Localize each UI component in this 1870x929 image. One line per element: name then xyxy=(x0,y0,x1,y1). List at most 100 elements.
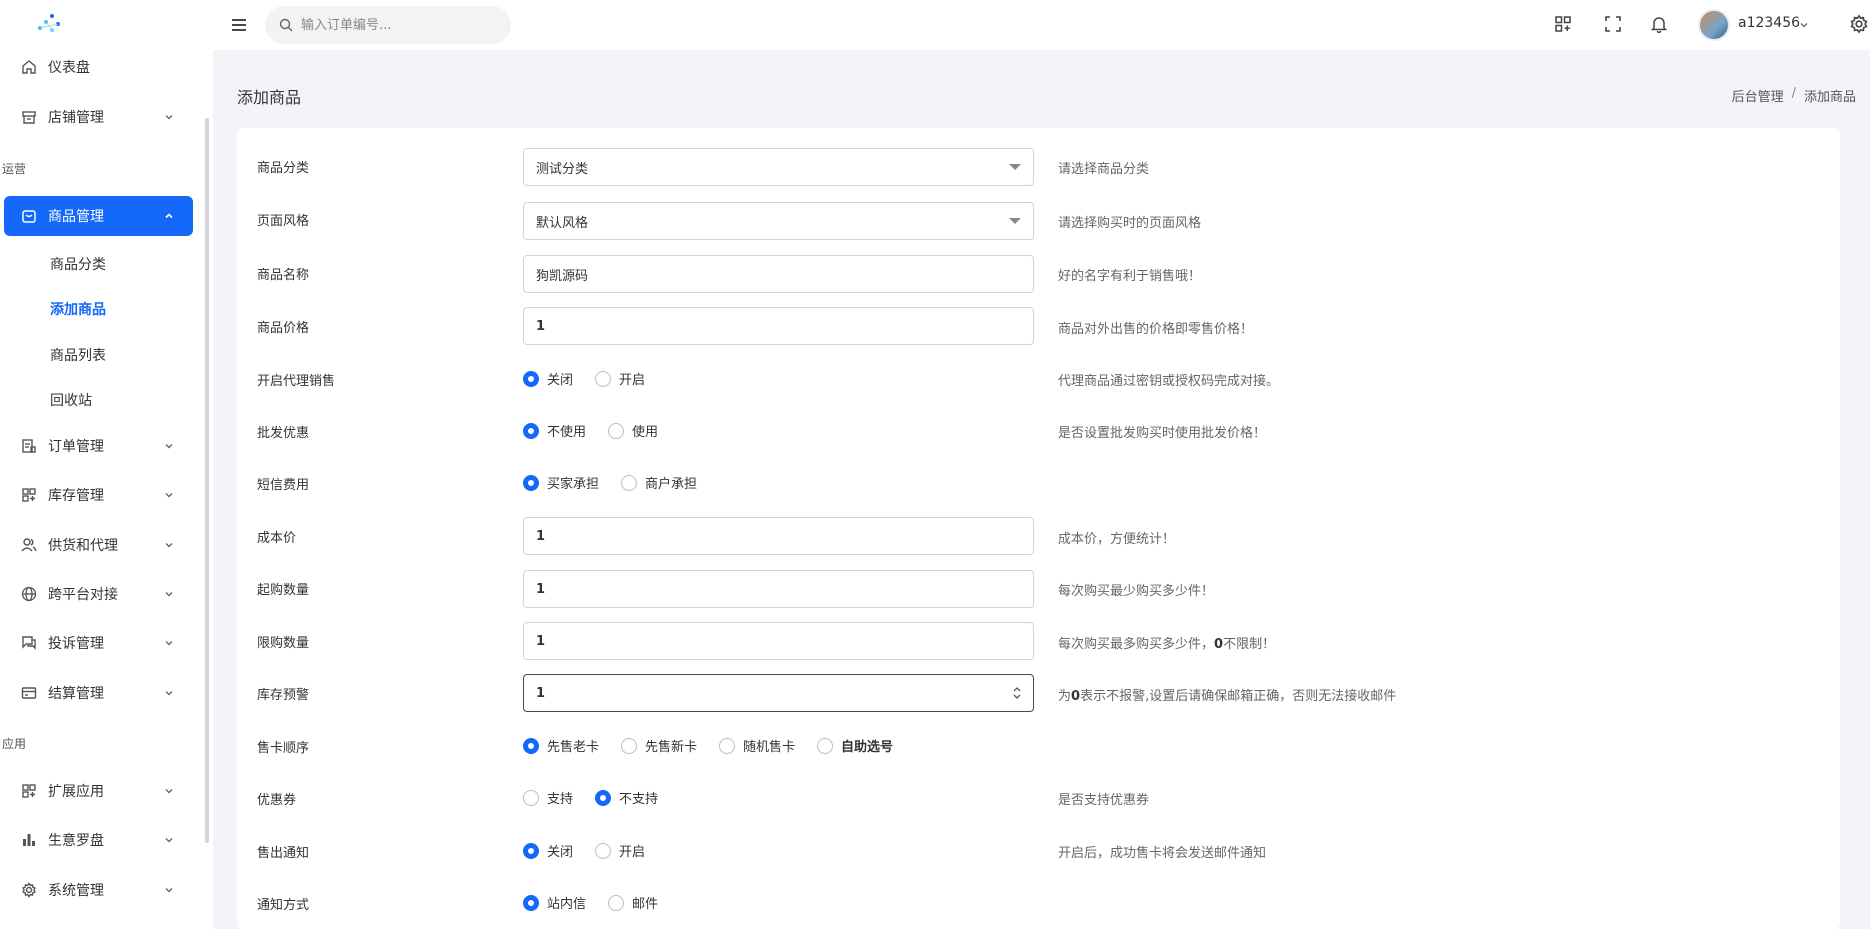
fullscreen-icon[interactable] xyxy=(1602,13,1624,35)
agent-radio-on[interactable]: 开启 xyxy=(595,369,645,388)
sold-notice-radio-off[interactable]: 关闭 xyxy=(523,841,573,860)
radio-dot xyxy=(608,894,625,911)
radio-label: 站内信 xyxy=(547,897,587,912)
wholesale-radio-on[interactable]: 使用 xyxy=(608,421,658,440)
bell-icon[interactable] xyxy=(1648,13,1670,35)
order-icon xyxy=(20,437,38,455)
top-header: a123456 xyxy=(213,0,1870,50)
cost-input[interactable]: 1 xyxy=(523,517,1034,555)
chevron-down-icon[interactable] xyxy=(1799,19,1809,29)
nav-ext-label: 扩展应用 xyxy=(48,784,104,800)
radio-label: 支持 xyxy=(547,792,574,807)
sell-order-radio-random[interactable]: 随机售卡 xyxy=(719,736,795,755)
sms-radio-group: 买家承担 商户承担 xyxy=(523,473,719,492)
radio-dot xyxy=(595,789,612,806)
min-buy-input[interactable]: 1 xyxy=(523,570,1034,608)
sms-label: 短信费用 xyxy=(257,478,310,493)
radio-label: 商户承担 xyxy=(645,477,698,492)
chevron-down-icon xyxy=(163,588,175,600)
price-input[interactable]: 1 xyxy=(523,307,1034,345)
radio-label: 开启 xyxy=(619,845,646,860)
settings-gear-icon[interactable] xyxy=(1848,13,1870,35)
nav-supply-label: 供货和代理 xyxy=(48,538,118,554)
user-avatar[interactable] xyxy=(1698,9,1730,41)
nav-system[interactable]: 系统管理 xyxy=(4,870,193,910)
wholesale-radio-off[interactable]: 不使用 xyxy=(523,421,586,440)
nav-inventory[interactable]: 库存管理 xyxy=(4,475,193,515)
nav-extensions[interactable]: 扩展应用 xyxy=(4,771,193,811)
qr-grid-icon[interactable] xyxy=(1552,13,1574,35)
radio-label: 先售新卡 xyxy=(645,740,698,755)
stock-alert-input[interactable]: 1 xyxy=(523,674,1034,712)
nav-complaint-label: 投诉管理 xyxy=(48,636,104,652)
sell-order-radio-self[interactable]: 自助选号 xyxy=(817,736,893,755)
notice-method-radio-inbox[interactable]: 站内信 xyxy=(523,893,586,912)
nav-cross-platform[interactable]: 跨平台对接 xyxy=(4,574,193,614)
nav-shop[interactable]: 店铺管理 xyxy=(4,97,193,137)
notice-method-radio-email[interactable]: 邮件 xyxy=(608,893,658,912)
sell-order-radio-new[interactable]: 先售新卡 xyxy=(621,736,697,755)
radio-dot xyxy=(523,474,539,491)
sold-notice-hint: 开启后，成功售卡将会发送邮件通知 xyxy=(1058,846,1267,861)
chevron-down-icon xyxy=(163,785,175,797)
max-buy-input[interactable]: 1 xyxy=(523,622,1034,660)
sidebar: 仪表盘 店铺管理 运营 商品管理 商品分类 添加商品 商品列表 回收站 订单管理… xyxy=(0,0,213,929)
agent-radio-off[interactable]: 关闭 xyxy=(523,369,573,388)
sms-radio-merchant[interactable]: 商户承担 xyxy=(621,473,697,492)
nav-orders[interactable]: 订单管理 xyxy=(4,426,193,466)
sub-item-category[interactable]: 商品分类 xyxy=(50,254,106,274)
sub-item-recycle[interactable]: 回收站 xyxy=(50,390,92,410)
max-buy-label: 限购数量 xyxy=(257,636,310,651)
sms-radio-buyer[interactable]: 买家承担 xyxy=(523,473,599,492)
nav-compass[interactable]: 生意罗盘 xyxy=(4,820,193,860)
nav-complaint[interactable]: 投诉管理 xyxy=(4,623,193,663)
nav-settlement[interactable]: 结算管理 xyxy=(4,673,193,713)
dropdown-caret-icon xyxy=(1009,164,1021,170)
radio-dot xyxy=(621,474,638,491)
stock-alert-input-value: 1 xyxy=(536,685,546,701)
menu-toggle-icon[interactable] xyxy=(231,15,247,35)
logo[interactable] xyxy=(30,8,70,40)
chevron-down-icon xyxy=(163,440,175,452)
chevron-up-icon xyxy=(163,210,175,222)
radio-dot xyxy=(621,737,638,754)
store-icon xyxy=(20,108,38,126)
sold-notice-label: 售出通知 xyxy=(257,846,310,861)
coupon-radio-yes[interactable]: 支持 xyxy=(523,788,573,807)
sidebar-scrollbar[interactable] xyxy=(205,118,209,843)
number-spinner-icon[interactable] xyxy=(1013,685,1021,701)
hint-text: 不限制！ xyxy=(1223,637,1276,652)
nav-orders-label: 订单管理 xyxy=(48,439,104,455)
style-select[interactable]: 默认风格 xyxy=(523,202,1034,240)
category-select[interactable]: 测试分类 xyxy=(523,148,1034,186)
nav-supply[interactable]: 供货和代理 xyxy=(4,525,193,565)
order-search-input[interactable] xyxy=(301,17,491,33)
radio-dot xyxy=(595,370,612,387)
radio-dot xyxy=(523,842,539,859)
radio-dot xyxy=(608,422,625,439)
coupon-radio-no[interactable]: 不支持 xyxy=(595,788,658,807)
price-label: 商品价格 xyxy=(257,321,310,336)
min-buy-hint: 每次购买最少购买多少件！ xyxy=(1058,584,1215,599)
sold-notice-radio-group: 关闭 开启 xyxy=(523,841,667,860)
style-label: 页面风格 xyxy=(257,214,310,229)
nav-shop-label: 店铺管理 xyxy=(48,110,104,126)
search-box xyxy=(265,6,511,44)
name-input-value: 狗凯源码 xyxy=(536,268,589,284)
notice-method-label: 通知方式 xyxy=(257,898,310,913)
username[interactable]: a123456 xyxy=(1738,15,1800,31)
sold-notice-radio-on[interactable]: 开启 xyxy=(595,841,645,860)
sell-order-radio-old[interactable]: 先售老卡 xyxy=(523,736,599,755)
nav-goods[interactable]: 商品管理 xyxy=(4,196,193,236)
breadcrumb-home[interactable]: 后台管理 xyxy=(1732,86,1784,105)
wholesale-label: 批发优惠 xyxy=(257,426,310,441)
name-input[interactable]: 狗凯源码 xyxy=(523,255,1034,293)
sub-item-goods-list[interactable]: 商品列表 xyxy=(50,345,106,365)
users-icon xyxy=(20,536,38,554)
search-icon xyxy=(279,18,293,32)
sub-item-add-goods[interactable]: 添加商品 xyxy=(50,299,106,319)
nav-dashboard[interactable]: 仪表盘 xyxy=(4,47,193,87)
chevron-down-icon xyxy=(163,539,175,551)
agent-label: 开启代理销售 xyxy=(257,374,336,389)
radio-dot xyxy=(719,737,736,754)
